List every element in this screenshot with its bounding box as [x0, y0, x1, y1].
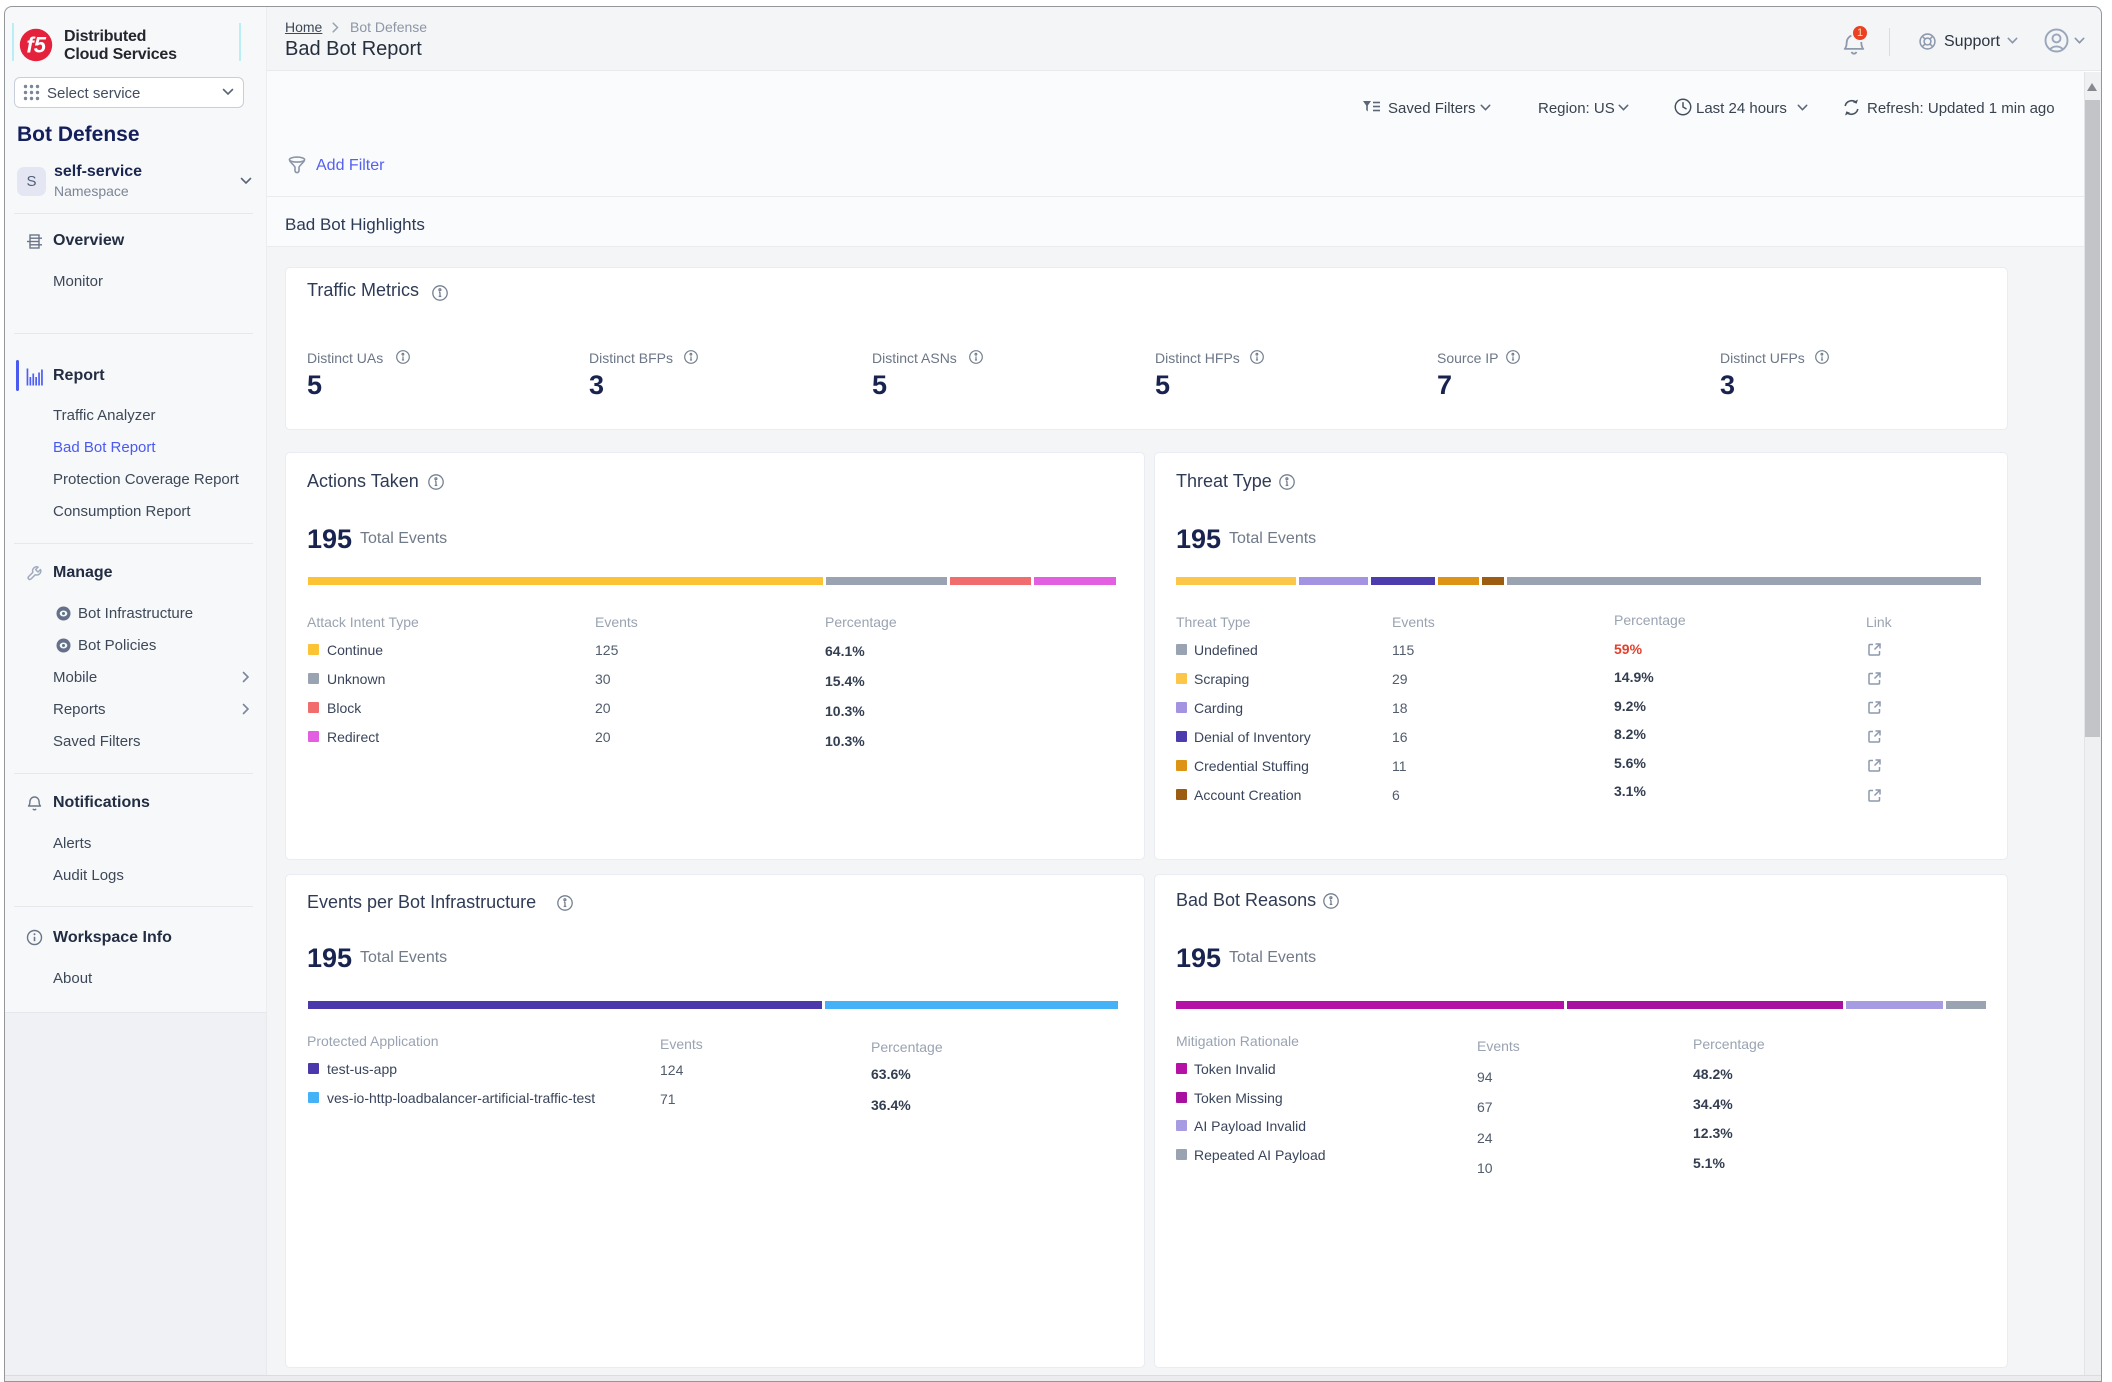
svg-text:f5: f5 [26, 33, 46, 58]
